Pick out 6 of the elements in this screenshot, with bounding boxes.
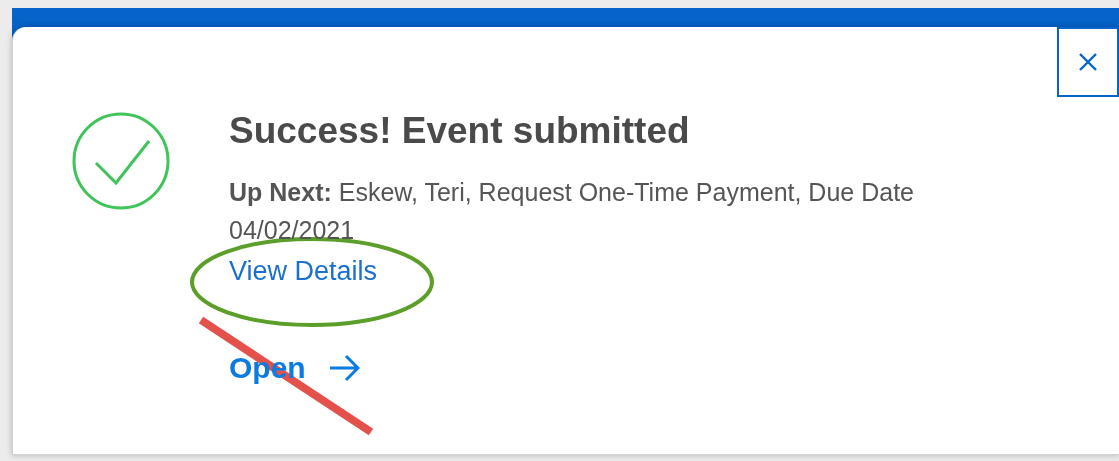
toast-message: Up Next: Eskew, Teri, Request One-Time Payment, Due Date 04/02/2021 [229, 177, 915, 246]
arrow-right-icon [327, 353, 360, 382]
check-circle-icon [71, 111, 171, 211]
close-button[interactable] [1057, 27, 1119, 97]
toast-title: Success! Event submitted [229, 111, 691, 151]
close-icon [1077, 51, 1099, 73]
